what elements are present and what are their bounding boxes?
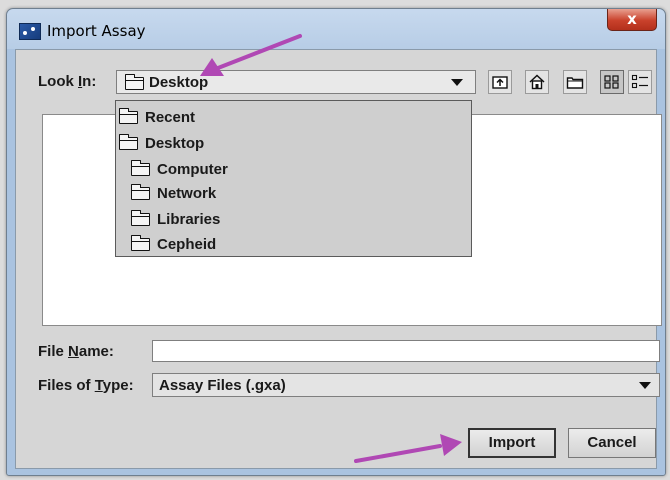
cancel-button[interactable]: Cancel bbox=[568, 428, 656, 458]
dropdown-item-computer[interactable]: Computer bbox=[130, 157, 461, 181]
list-icon bbox=[604, 75, 619, 89]
home-icon bbox=[529, 74, 545, 90]
folder-icon bbox=[118, 134, 138, 150]
folder-icon bbox=[124, 74, 144, 90]
home-button[interactable] bbox=[525, 70, 549, 94]
up-folder-icon bbox=[492, 76, 508, 89]
title-bar[interactable]: Import Assay x bbox=[7, 9, 665, 49]
details-icon bbox=[631, 74, 648, 89]
folder-icon bbox=[130, 235, 150, 251]
look-in-value: Desktop bbox=[149, 74, 209, 91]
look-in-dropdown: Recent Desktop Computer Network Librarie… bbox=[115, 100, 472, 257]
dropdown-item-desktop[interactable]: Desktop bbox=[118, 131, 449, 155]
window-title: Import Assay bbox=[47, 22, 146, 40]
folder-icon bbox=[130, 160, 150, 176]
chevron-down-icon[interactable] bbox=[451, 79, 463, 86]
app-icon bbox=[19, 23, 41, 40]
look-in-combobox[interactable]: Desktop bbox=[116, 70, 476, 94]
folder-icon bbox=[130, 184, 150, 200]
close-button[interactable]: x bbox=[607, 9, 657, 31]
folder-icon bbox=[130, 210, 150, 226]
new-folder-button[interactable] bbox=[563, 70, 587, 94]
files-of-type-value: Assay Files (.gxa) bbox=[159, 377, 286, 394]
up-one-level-button[interactable] bbox=[488, 70, 512, 94]
dialog-body: Look In: Desktop Recent Desktop Computer… bbox=[15, 49, 662, 469]
folder-icon bbox=[118, 108, 138, 124]
list-view-button[interactable] bbox=[600, 70, 624, 94]
chevron-down-icon[interactable] bbox=[639, 382, 651, 389]
new-folder-icon bbox=[566, 77, 584, 89]
dropdown-item-network[interactable]: Network bbox=[130, 181, 461, 205]
dropdown-item-libraries[interactable]: Libraries bbox=[130, 207, 461, 231]
file-name-label: File Name: bbox=[38, 343, 114, 360]
dropdown-item-recent[interactable]: Recent bbox=[118, 105, 449, 129]
look-in-label: Look In: bbox=[38, 73, 97, 90]
import-button[interactable]: Import bbox=[468, 428, 556, 458]
files-of-type-combobox[interactable]: Assay Files (.gxa) bbox=[152, 373, 660, 397]
import-assay-dialog: Import Assay x Look In: Desktop Recent D… bbox=[6, 8, 666, 476]
details-view-button[interactable] bbox=[628, 70, 652, 94]
dropdown-item-cepheid[interactable]: Cepheid bbox=[130, 232, 461, 256]
files-of-type-label: Files of Type: bbox=[38, 377, 134, 394]
file-name-input[interactable] bbox=[152, 340, 660, 362]
